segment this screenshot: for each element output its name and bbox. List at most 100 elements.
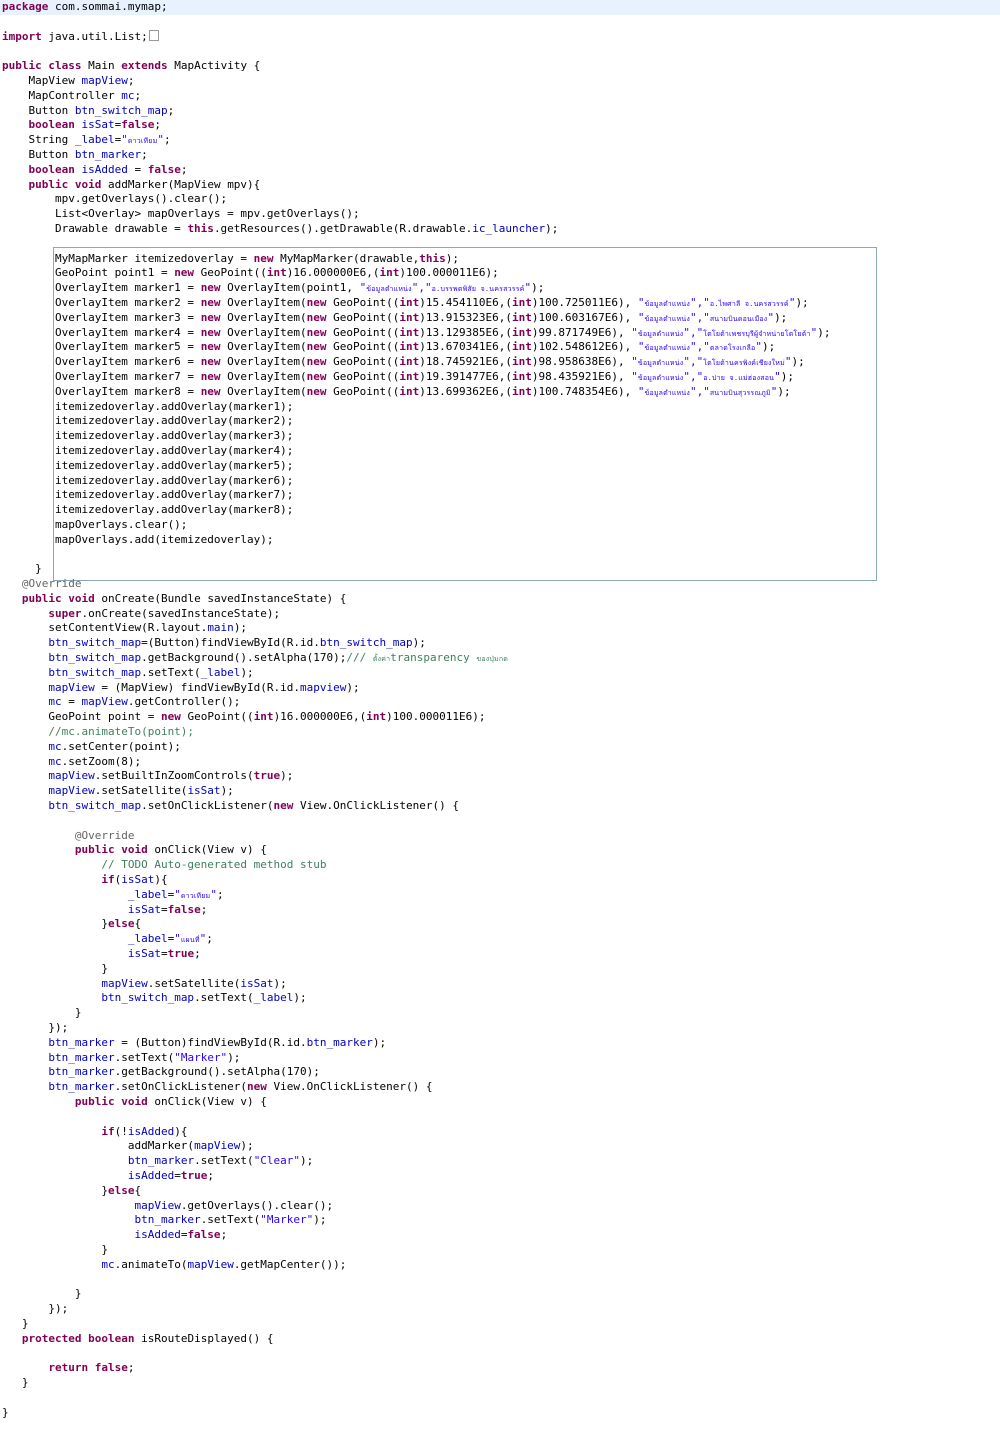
code-line[interactable]: if(isSat){ bbox=[2, 873, 830, 888]
code-line[interactable]: OverlayItem marker5 = new OverlayItem(ne… bbox=[2, 340, 830, 355]
code-line[interactable]: super.onCreate(savedInstanceState); bbox=[2, 607, 830, 622]
code-line[interactable]: boolean isSat=false; bbox=[2, 118, 830, 133]
code-line[interactable]: List<Overlay> mapOverlays = mpv.getOverl… bbox=[2, 207, 830, 222]
code-line[interactable]: btn_marker.getBackground().setAlpha(170)… bbox=[2, 1065, 830, 1080]
code-line[interactable]: addMarker(mapView); bbox=[2, 1139, 830, 1154]
code-token: new bbox=[200, 325, 221, 339]
code-line[interactable] bbox=[2, 1391, 830, 1406]
code-line[interactable]: import java.util.List; bbox=[2, 29, 830, 45]
code-line[interactable]: @Override bbox=[2, 829, 830, 844]
code-line[interactable]: public void addMarker(MapView mpv){ bbox=[2, 178, 830, 193]
code-line[interactable]: mc.setCenter(point); bbox=[2, 740, 830, 755]
code-line[interactable]: mapView.getOverlays().clear(); bbox=[2, 1199, 830, 1214]
code-line[interactable]: GeoPoint point1 = new GeoPoint((int)16.0… bbox=[2, 266, 830, 281]
code-line[interactable]: OverlayItem marker7 = new OverlayItem(ne… bbox=[2, 370, 830, 385]
code-line[interactable] bbox=[2, 1273, 830, 1288]
code-line[interactable]: itemizedoverlay.addOverlay(marker2); bbox=[2, 414, 830, 429]
code-line[interactable]: mapView = (MapView) findViewById(R.id.ma… bbox=[2, 681, 830, 696]
code-line[interactable]: mapView.setBuiltInZoomControls(true); bbox=[2, 769, 830, 784]
code-line[interactable]: } bbox=[2, 1376, 830, 1391]
code-line[interactable]: mapOverlays.add(itemizedoverlay); bbox=[2, 533, 830, 548]
code-line[interactable]: MyMapMarker itemizedoverlay = new MyMapM… bbox=[2, 252, 830, 267]
code-line[interactable]: mpv.getOverlays().clear(); bbox=[2, 192, 830, 207]
code-line[interactable] bbox=[2, 1110, 830, 1125]
code-line[interactable]: btn_marker.setOnClickListener(new View.O… bbox=[2, 1080, 830, 1095]
code-line[interactable]: }); bbox=[2, 1021, 830, 1036]
code-line[interactable]: } bbox=[2, 962, 830, 977]
code-line[interactable]: public class Main extends MapActivity { bbox=[2, 59, 830, 74]
code-line[interactable]: itemizedoverlay.addOverlay(marker1); bbox=[2, 400, 830, 415]
code-line[interactable]: itemizedoverlay.addOverlay(marker6); bbox=[2, 474, 830, 489]
code-line[interactable]: itemizedoverlay.addOverlay(marker7); bbox=[2, 488, 830, 503]
code-line[interactable]: isAdded=false; bbox=[2, 1228, 830, 1243]
code-line[interactable]: _label="ดาวเทียม"; bbox=[2, 888, 830, 903]
code-line[interactable]: boolean isAdded = false; bbox=[2, 163, 830, 178]
code-line[interactable]: btn_switch_map.getBackground().setAlpha(… bbox=[2, 651, 830, 666]
code-editor[interactable]: package com.sommai.mymap; import java.ut… bbox=[0, 0, 1000, 1438]
code-line[interactable]: itemizedoverlay.addOverlay(marker3); bbox=[2, 429, 830, 444]
code-line[interactable]: btn_switch_map.setText(_label); bbox=[2, 991, 830, 1006]
code-line[interactable]: mapView.setSatellite(isSat); bbox=[2, 784, 830, 799]
code-line[interactable]: } bbox=[2, 1287, 830, 1302]
code-line[interactable]: } bbox=[2, 1006, 830, 1021]
code-line[interactable]: return false; bbox=[2, 1361, 830, 1376]
code-line[interactable]: btn_marker.setText("Marker"); bbox=[2, 1213, 830, 1228]
code-line[interactable]: isAdded=true; bbox=[2, 1169, 830, 1184]
code-line[interactable]: GeoPoint point = new GeoPoint((int)16.00… bbox=[2, 710, 830, 725]
code-line[interactable]: OverlayItem marker3 = new OverlayItem(ne… bbox=[2, 311, 830, 326]
code-line[interactable]: OverlayItem marker2 = new OverlayItem(ne… bbox=[2, 296, 830, 311]
code-line[interactable]: package com.sommai.mymap; bbox=[2, 0, 830, 15]
code-line[interactable]: MapController mc; bbox=[2, 89, 830, 104]
code-line[interactable]: } bbox=[2, 1317, 830, 1332]
code-line[interactable]: //mc.animateTo(point); bbox=[2, 725, 830, 740]
code-line[interactable]: btn_marker = (Button)findViewById(R.id.b… bbox=[2, 1036, 830, 1051]
code-line[interactable]: btn_switch_map.setOnClickListener(new Vi… bbox=[2, 799, 830, 814]
code-line[interactable]: mapOverlays.clear(); bbox=[2, 518, 830, 533]
code-line[interactable] bbox=[2, 1347, 830, 1362]
code-line[interactable]: } bbox=[2, 1243, 830, 1258]
code-line[interactable]: OverlayItem marker4 = new OverlayItem(ne… bbox=[2, 326, 830, 341]
code-line[interactable]: String _label="ดาวเทียม"; bbox=[2, 133, 830, 148]
code-line[interactable]: MapView mapView; bbox=[2, 74, 830, 89]
code-line[interactable]: }else{ bbox=[2, 1184, 830, 1199]
code-line[interactable]: _label="แผนที่"; bbox=[2, 932, 830, 947]
code-line[interactable]: btn_switch_map.setText(_label); bbox=[2, 666, 830, 681]
code-line[interactable]: if(!isAdded){ bbox=[2, 1125, 830, 1140]
code-line[interactable] bbox=[2, 237, 830, 252]
code-line[interactable]: }else{ bbox=[2, 917, 830, 932]
code-line[interactable]: mapView.setSatellite(isSat); bbox=[2, 977, 830, 992]
code-line[interactable]: itemizedoverlay.addOverlay(marker8); bbox=[2, 503, 830, 518]
code-line[interactable]: mc.animateTo(mapView.getMapCenter()); bbox=[2, 1258, 830, 1273]
code-line[interactable] bbox=[2, 547, 830, 562]
code-line[interactable]: public void onCreate(Bundle savedInstanc… bbox=[2, 592, 830, 607]
code-line[interactable] bbox=[2, 15, 830, 30]
code-line[interactable]: Drawable drawable = this.getResources().… bbox=[2, 222, 830, 237]
code-line[interactable]: isSat=true; bbox=[2, 947, 830, 962]
code-line[interactable]: itemizedoverlay.addOverlay(marker5); bbox=[2, 459, 830, 474]
source-code[interactable]: package com.sommai.mymap; import java.ut… bbox=[2, 0, 830, 1421]
code-line[interactable]: Button btn_switch_map; bbox=[2, 104, 830, 119]
code-line[interactable]: } bbox=[2, 1406, 830, 1421]
code-line[interactable]: @Override bbox=[2, 577, 830, 592]
code-line[interactable] bbox=[2, 814, 830, 829]
code-line[interactable]: public void onClick(View v) { bbox=[2, 843, 830, 858]
collapsed-fold-icon[interactable] bbox=[148, 29, 159, 41]
code-line[interactable]: btn_marker.setText("Marker"); bbox=[2, 1051, 830, 1066]
code-line[interactable]: setContentView(R.layout.main); bbox=[2, 621, 830, 636]
code-line[interactable]: OverlayItem marker8 = new OverlayItem(ne… bbox=[2, 385, 830, 400]
code-line[interactable]: // TODO Auto-generated method stub bbox=[2, 858, 830, 873]
code-line[interactable]: protected boolean isRouteDisplayed() { bbox=[2, 1332, 830, 1347]
code-line[interactable] bbox=[2, 44, 830, 59]
code-line[interactable]: isSat=false; bbox=[2, 903, 830, 918]
code-line[interactable]: }); bbox=[2, 1302, 830, 1317]
code-line[interactable]: public void onClick(View v) { bbox=[2, 1095, 830, 1110]
code-line[interactable]: itemizedoverlay.addOverlay(marker4); bbox=[2, 444, 830, 459]
code-line[interactable]: btn_marker.setText("Clear"); bbox=[2, 1154, 830, 1169]
code-line[interactable]: mc.setZoom(8); bbox=[2, 755, 830, 770]
code-line[interactable]: } bbox=[2, 562, 830, 577]
code-line[interactable]: OverlayItem marker6 = new OverlayItem(ne… bbox=[2, 355, 830, 370]
code-line[interactable]: mc = mapView.getController(); bbox=[2, 695, 830, 710]
code-line[interactable]: Button btn_marker; bbox=[2, 148, 830, 163]
code-line[interactable]: btn_switch_map=(Button)findViewById(R.id… bbox=[2, 636, 830, 651]
code-line[interactable]: OverlayItem marker1 = new OverlayItem(po… bbox=[2, 281, 830, 296]
